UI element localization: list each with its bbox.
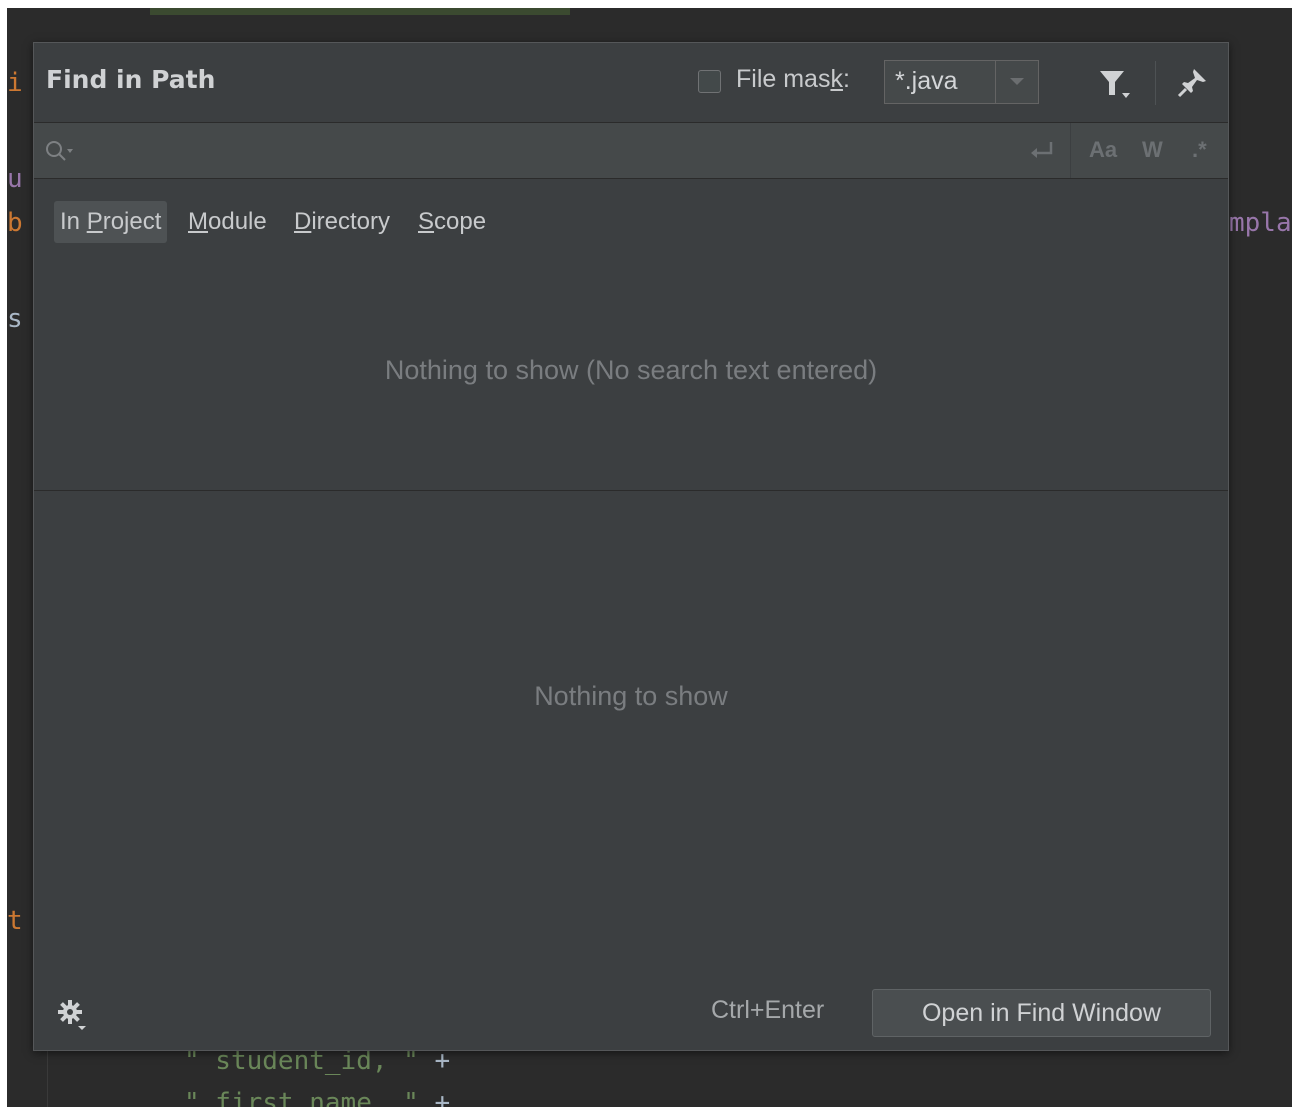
results-empty-text: Nothing to show (No search text entered) (384, 355, 878, 385)
whole-words-toggle[interactable]: W (1142, 137, 1163, 163)
newline-icon[interactable] (1028, 139, 1056, 165)
file-mask-value[interactable]: *.java (895, 67, 958, 96)
preview-empty-text: Nothing to show (534, 681, 728, 711)
editor-text: mpla (1229, 208, 1292, 238)
tab-in-project[interactable]: In Project (54, 201, 168, 243)
editor-highlight-bar (150, 8, 570, 15)
filter-icon[interactable] (1096, 67, 1132, 101)
combo-divider (995, 61, 996, 103)
results-preview-splitter[interactable] (34, 490, 1228, 491)
gutter-divider (47, 1048, 48, 1107)
pin-icon[interactable] (1174, 65, 1210, 101)
dialog-title: Find in Path (46, 65, 216, 94)
search-input[interactable] (82, 131, 1016, 171)
editor-text: u (7, 164, 23, 194)
shortcut-hint: Ctrl+Enter (711, 996, 825, 1024)
file-mask-checkbox[interactable] (698, 70, 721, 93)
editor-code-line: " first_name, " + (184, 1088, 451, 1107)
regex-toggle[interactable]: .* (1192, 137, 1207, 163)
search-divider (1070, 123, 1071, 178)
match-case-toggle[interactable]: Aa (1089, 137, 1117, 163)
gear-icon[interactable] (56, 998, 92, 1034)
file-mask-label: File mask: (736, 65, 850, 93)
chevron-down-icon[interactable] (1010, 78, 1024, 85)
tab-scope[interactable]: Scope (418, 201, 486, 243)
search-bar: Aa W .* (34, 123, 1228, 179)
file-mask-combobox[interactable]: *.java (884, 60, 1039, 104)
editor-text: s (7, 304, 23, 334)
header-divider (1155, 61, 1156, 105)
dialog-header: Find in Path File mask: *.java (34, 43, 1228, 123)
search-icon[interactable] (42, 137, 78, 165)
find-in-path-dialog: Find in Path File mask: *.java Aa W .* I… (33, 42, 1229, 1051)
editor-text: i (7, 68, 23, 98)
tab-module[interactable]: Module (188, 201, 267, 243)
open-in-find-window-button[interactable]: Open in Find Window (872, 989, 1211, 1037)
tab-directory[interactable]: Directory (294, 201, 390, 243)
editor-text: b (7, 208, 23, 238)
editor-text: t (7, 906, 23, 936)
